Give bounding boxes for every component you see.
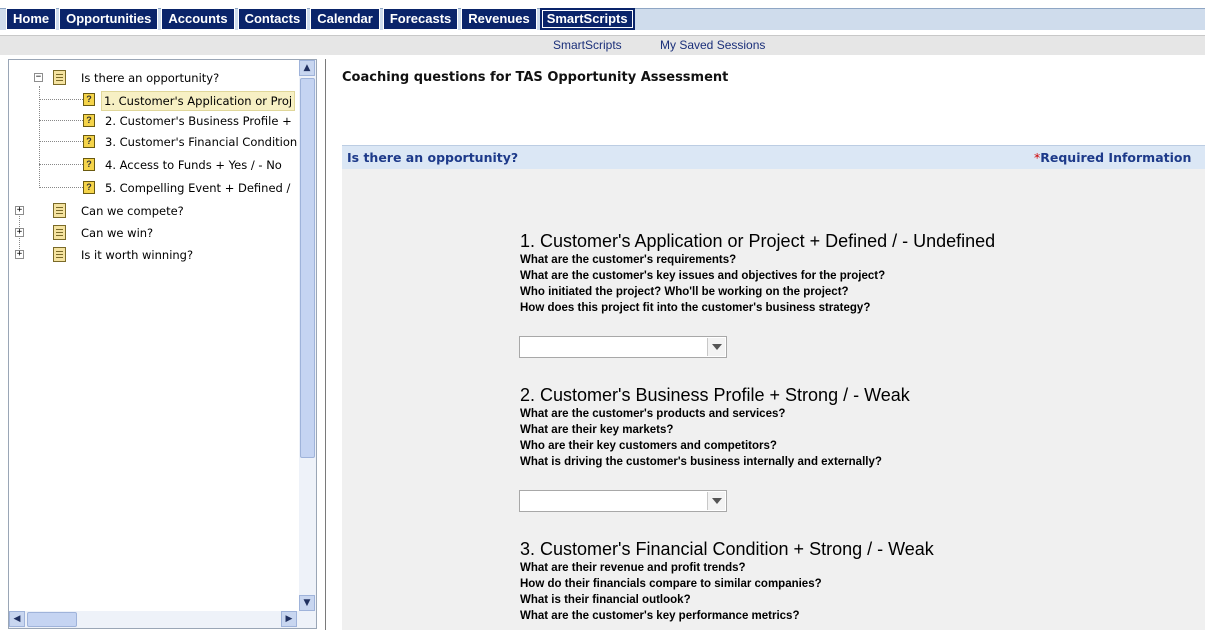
required-text: Required Information bbox=[1040, 150, 1192, 165]
tab-contacts[interactable]: Contacts bbox=[237, 8, 308, 30]
tab-opportunities[interactable]: Opportunities bbox=[59, 8, 159, 30]
book-icon bbox=[53, 247, 66, 262]
question-prompt: How does this project fit into the custo… bbox=[520, 302, 871, 314]
tree-vertical-scrollbar[interactable]: ▲ ▼ bbox=[299, 60, 316, 611]
tab-list: Home Opportunities Accounts Contacts Cal… bbox=[6, 8, 635, 30]
tree-node-can-we-compete[interactable]: + Can we compete? bbox=[9, 201, 299, 221]
question-block-1: 1. Customer's Application or Project + D… bbox=[520, 231, 995, 316]
scroll-thumb[interactable] bbox=[300, 78, 315, 458]
chevron-down-icon[interactable] bbox=[707, 492, 725, 510]
question-prompt: What are the customer's products and ser… bbox=[520, 408, 786, 420]
top-nav-bar: Home Opportunities Accounts Contacts Cal… bbox=[0, 0, 1205, 30]
rating-select-1[interactable] bbox=[519, 336, 727, 358]
tree-child-label: 4. Access to Funds + Yes / - No bbox=[105, 158, 282, 172]
tree-child-label: 2. Customer's Business Profile + bbox=[105, 114, 292, 128]
tree-node-is-there-opportunity[interactable]: − Is there an opportunity? bbox=[9, 68, 299, 88]
collapse-icon[interactable]: − bbox=[34, 73, 43, 82]
expand-icon[interactable]: + bbox=[15, 228, 24, 237]
question-prompt: What are their key markets? bbox=[520, 424, 674, 436]
question-icon: ? bbox=[83, 181, 95, 194]
question-prompt: Who initiated the project? Who'll be wor… bbox=[520, 286, 849, 298]
scroll-thumb[interactable] bbox=[27, 612, 77, 627]
tree-child-label: 1. Customer's Application or Proj bbox=[101, 91, 296, 111]
tab-forecasts[interactable]: Forecasts bbox=[382, 8, 459, 30]
tree-child-1[interactable]: ? 1. Customer's Application or Proj bbox=[9, 90, 299, 111]
main-content: Coaching questions for TAS Opportunity A… bbox=[326, 59, 1205, 630]
subnav-saved-sessions-link[interactable]: My Saved Sessions bbox=[660, 38, 765, 52]
question-tree-panel: − Is there an opportunity? ? 1. Customer… bbox=[8, 59, 317, 629]
question-prompt: Who are their key customers and competit… bbox=[520, 440, 777, 452]
question-block-2: 2. Customer's Business Profile + Strong … bbox=[520, 385, 910, 470]
expand-icon[interactable]: + bbox=[15, 206, 24, 215]
required-info-label: *Required Information bbox=[1034, 150, 1191, 165]
scroll-left-icon[interactable]: ◀ bbox=[9, 611, 25, 627]
scroll-up-icon[interactable]: ▲ bbox=[299, 60, 315, 76]
tree-child-label: 3. Customer's Financial Condition bbox=[105, 135, 298, 149]
question-tree: − Is there an opportunity? ? 1. Customer… bbox=[9, 60, 299, 611]
question-prompt: What are the customer's key performance … bbox=[520, 610, 800, 622]
question-icon: ? bbox=[83, 135, 95, 148]
tab-home[interactable]: Home bbox=[6, 8, 57, 30]
question-icon: ? bbox=[83, 114, 95, 127]
book-icon bbox=[53, 225, 66, 240]
tree-node-worth-winning[interactable]: + Is it worth winning? bbox=[9, 245, 299, 265]
question-icon: ? bbox=[83, 158, 95, 171]
tab-calendar[interactable]: Calendar bbox=[310, 8, 380, 30]
tree-horizontal-scrollbar[interactable]: ◀ ▶ bbox=[9, 611, 316, 628]
subnav-smartscripts-link[interactable]: SmartScripts bbox=[553, 38, 622, 52]
tree-child-2[interactable]: ? 2. Customer's Business Profile + bbox=[9, 111, 299, 131]
tab-smartscripts[interactable]: SmartScripts bbox=[539, 8, 635, 30]
tab-accounts[interactable]: Accounts bbox=[161, 8, 235, 30]
scroll-right-icon[interactable]: ▶ bbox=[281, 611, 297, 627]
tab-revenues[interactable]: Revenues bbox=[461, 8, 537, 30]
scroll-down-icon[interactable]: ▼ bbox=[299, 595, 315, 611]
question-prompt: What are the customer's requirements? bbox=[520, 254, 737, 266]
question-form: 1. Customer's Application or Project + D… bbox=[342, 169, 1205, 630]
question-title: 3. Customer's Financial Condition + Stro… bbox=[520, 539, 934, 559]
book-icon bbox=[53, 203, 66, 218]
tree-node-label: Can we compete? bbox=[81, 204, 184, 218]
rating-select-2[interactable] bbox=[519, 490, 727, 512]
tree-child-4[interactable]: ? 4. Access to Funds + Yes / - No bbox=[9, 155, 299, 175]
tree-child-5[interactable]: ? 5. Compelling Event + Defined / bbox=[9, 178, 299, 198]
tree-node-label: Is there an opportunity? bbox=[81, 71, 220, 85]
tree-child-label: 5. Compelling Event + Defined / bbox=[105, 181, 291, 195]
sub-nav: SmartScripts My Saved Sessions bbox=[0, 35, 1205, 55]
tree-node-label: Can we win? bbox=[81, 226, 154, 240]
question-title: 1. Customer's Application or Project + D… bbox=[520, 231, 996, 251]
tree-child-3[interactable]: ? 3. Customer's Financial Condition bbox=[9, 132, 299, 152]
tree-node-can-we-win[interactable]: + Can we win? bbox=[9, 223, 299, 243]
chevron-down-icon[interactable] bbox=[707, 338, 725, 356]
tree-node-label: Is it worth winning? bbox=[81, 248, 194, 262]
question-prompt: What is driving the customer's business … bbox=[520, 456, 882, 468]
question-prompt: What are the customer's key issues and o… bbox=[520, 270, 886, 282]
expand-icon[interactable]: + bbox=[15, 250, 24, 259]
question-prompt: What are their revenue and profit trends… bbox=[520, 562, 746, 574]
question-prompt: What is their financial outlook? bbox=[520, 594, 691, 606]
section-header: Is there an opportunity? *Required Infor… bbox=[342, 145, 1205, 169]
page-title: Coaching questions for TAS Opportunity A… bbox=[342, 70, 729, 85]
book-icon bbox=[53, 70, 66, 85]
question-icon: ? bbox=[83, 93, 95, 106]
section-title: Is there an opportunity? bbox=[347, 150, 519, 165]
question-title: 2. Customer's Business Profile + Strong … bbox=[520, 385, 910, 405]
question-prompt: How do their financials compare to simil… bbox=[520, 578, 822, 590]
question-block-3: 3. Customer's Financial Condition + Stro… bbox=[520, 539, 934, 624]
